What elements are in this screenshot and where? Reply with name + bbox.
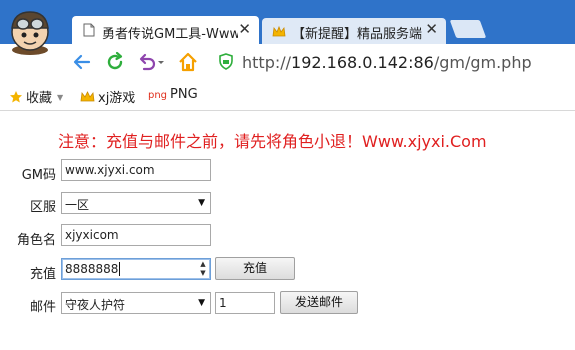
chevron-down-icon: ▼ <box>198 298 205 308</box>
mail-item-selected-value: 守夜人护符 <box>65 298 126 312</box>
crown-icon <box>80 91 95 102</box>
tab-forum[interactable]: 【新提醒】精品服务端 ✕ <box>262 18 446 44</box>
bookmark-label: PNG <box>170 87 198 102</box>
url-host: 192.168.0.142:86 <box>291 53 434 72</box>
send-mail-button[interactable]: 发送邮件 <box>280 291 358 314</box>
spin-up-icon[interactable]: ▲ <box>197 260 209 269</box>
recharge-amount-input[interactable]: 8888888 ▲ ▼ <box>61 258 211 280</box>
gm-code-input[interactable]: www.xjyxi.com <box>61 159 211 181</box>
spin-down-icon[interactable]: ▼ <box>197 269 209 278</box>
chevron-down-icon: ▼ <box>198 198 205 208</box>
tab-gm-tool[interactable]: 勇者传说GM工具-Www ✕ <box>72 16 259 45</box>
bookmark-label: xj游戏 <box>98 91 136 106</box>
shield-icon <box>219 53 233 70</box>
mail-item-select[interactable]: 守夜人护符 ▼ <box>61 292 211 314</box>
tab-close-icon[interactable]: ✕ <box>238 20 251 38</box>
bookmark-png[interactable]: png PNG <box>148 87 198 102</box>
gm-code-label: GM码 <box>21 168 56 183</box>
chevron-down-icon: ▼ <box>57 93 64 102</box>
undo-dropdown-icon[interactable] <box>136 51 166 73</box>
text-cursor <box>119 262 121 276</box>
warning-notice: 注意：充值与邮件之前，请先将角色小退！Www.xjyxi.Com <box>58 132 487 151</box>
recharge-label: 充值 <box>29 267 56 282</box>
recharge-button[interactable]: 充值 <box>215 257 295 280</box>
bookmark-xj-games[interactable]: xj游戏 <box>80 87 135 106</box>
bookmark-label: 收藏 <box>26 91 53 106</box>
home-icon[interactable] <box>177 51 199 73</box>
url-path: /gm/gm.php <box>433 53 532 72</box>
new-tab-button[interactable] <box>449 20 487 38</box>
bookmark-favorites[interactable]: 收藏 ▼ <box>9 87 63 106</box>
address-bar[interactable]: http://192.168.0.142:86/gm/gm.php <box>212 49 575 75</box>
tab-close-icon[interactable]: ✕ <box>425 20 438 38</box>
tab-title: 勇者传说GM工具-Www <box>102 27 238 42</box>
bookmarks-bar: 收藏 ▼ xj游戏 png PNG <box>0 80 575 111</box>
browser-mascot-icon <box>11 11 49 55</box>
url-scheme: http:// <box>242 53 292 72</box>
refresh-icon[interactable] <box>104 51 126 73</box>
url-text: http://192.168.0.142:86/gm/gm.php <box>242 53 532 72</box>
number-spinner[interactable]: ▲ ▼ <box>197 260 209 278</box>
role-name-input[interactable]: xjyxicom <box>61 224 211 246</box>
role-name-label: 角色名 <box>16 233 56 248</box>
mail-label: 邮件 <box>29 300 56 315</box>
crown-icon <box>272 25 286 37</box>
server-selected-value: 一区 <box>65 198 90 212</box>
star-icon <box>10 91 22 103</box>
server-label: 区服 <box>29 200 56 215</box>
navigation-bar: http://192.168.0.142:86/gm/gm.php <box>0 44 575 80</box>
tab-title: 【新提醒】精品服务端 <box>292 27 422 42</box>
recharge-amount-value: 8888888 <box>65 262 119 276</box>
document-icon <box>83 23 95 37</box>
mail-quantity-input[interactable]: 1 <box>215 292 275 314</box>
server-select[interactable]: 一区 ▼ <box>61 192 211 214</box>
back-arrow-icon[interactable] <box>71 51 93 73</box>
tab-strip: 勇者传说GM工具-Www ✕ 【新提醒】精品服务端 ✕ <box>0 0 575 55</box>
png-icon: png <box>148 90 168 101</box>
